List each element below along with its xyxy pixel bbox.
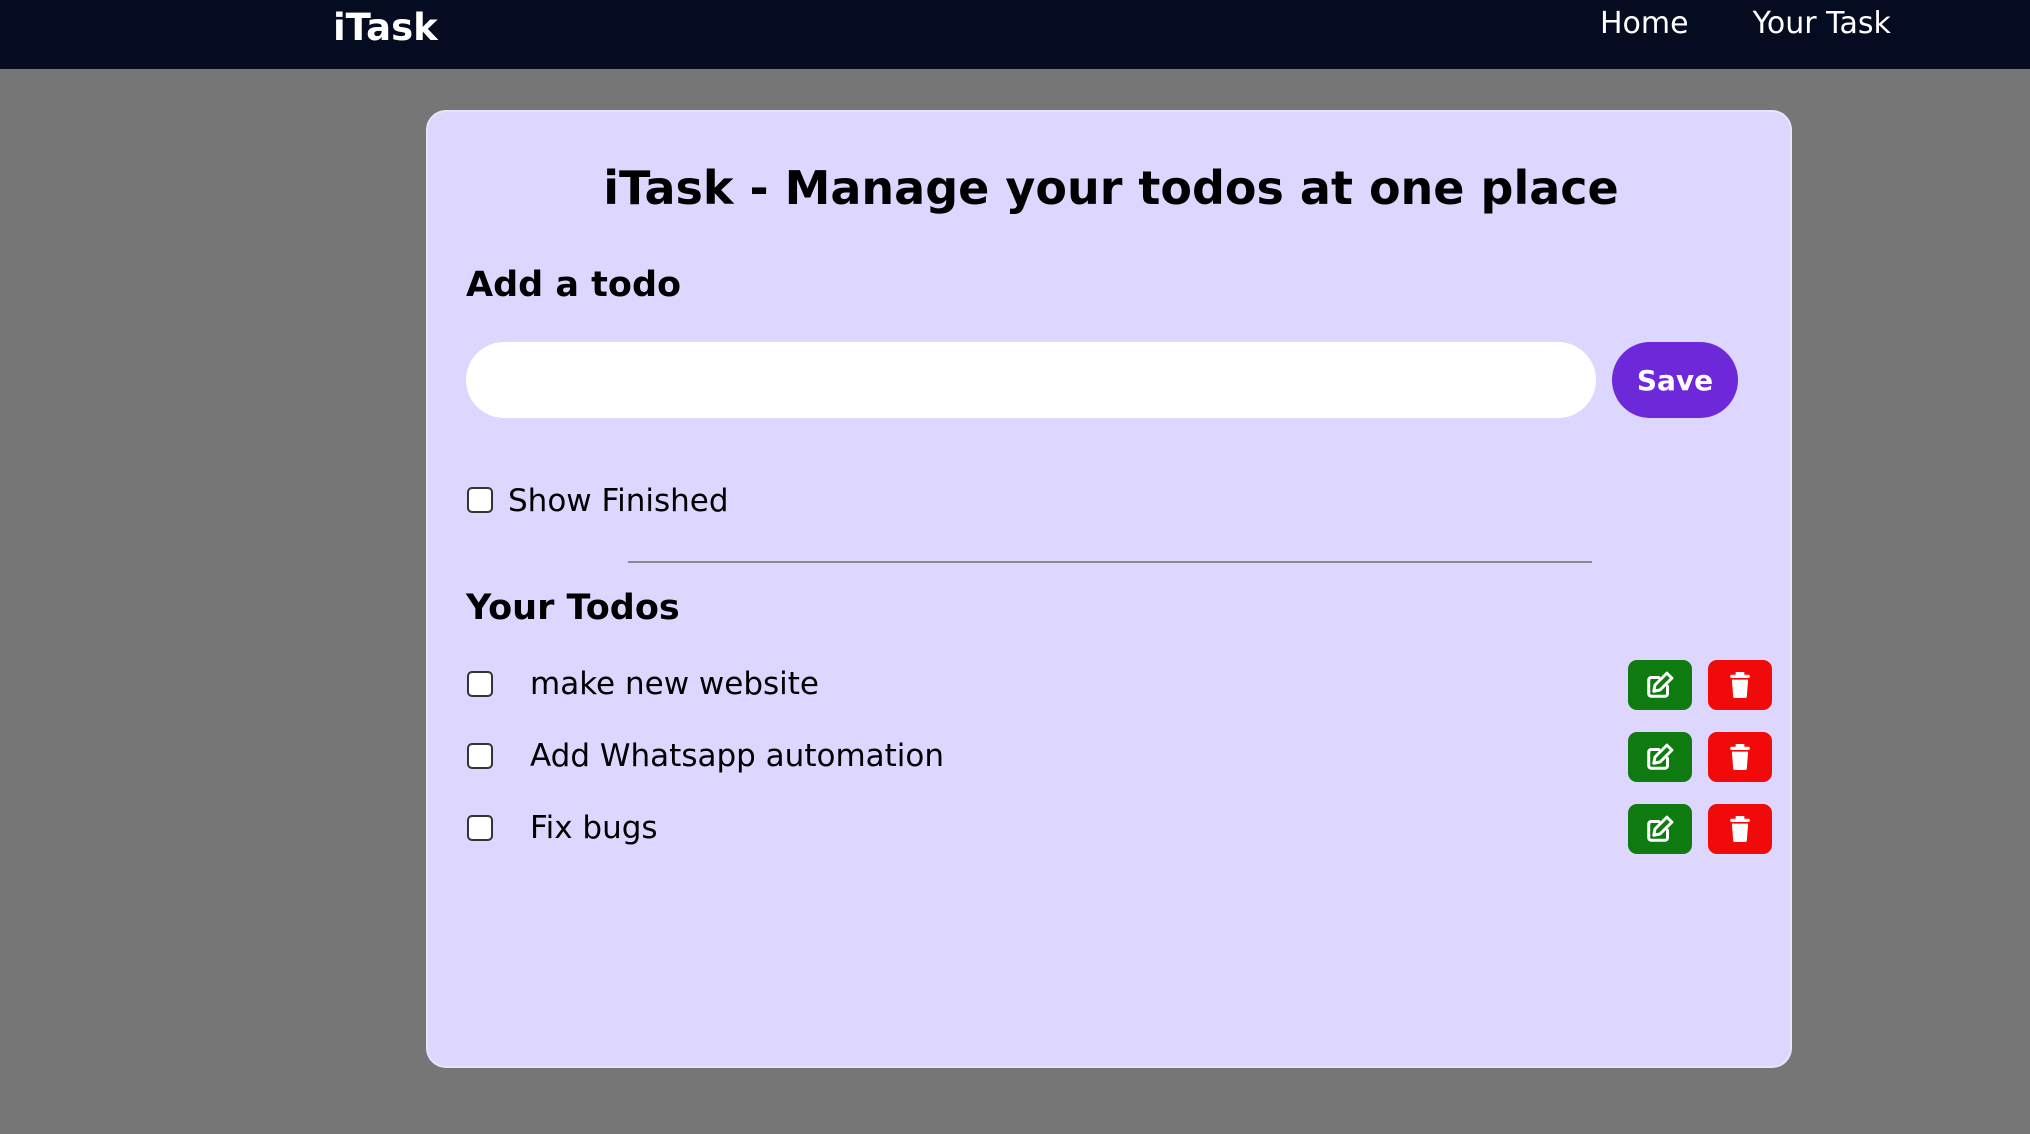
todo-checkbox[interactable] xyxy=(467,743,493,769)
todo-text: Add Whatsapp automation xyxy=(530,738,945,774)
todo-text: make new website xyxy=(530,666,819,702)
todo-item: Fix bugs xyxy=(466,804,1772,854)
delete-button[interactable] xyxy=(1708,732,1772,782)
delete-button[interactable] xyxy=(1708,804,1772,854)
divider xyxy=(628,561,1592,563)
brand-logo[interactable]: iTask xyxy=(333,6,438,50)
edit-icon xyxy=(1647,743,1674,770)
navbar: iTask Home Your Task xyxy=(0,0,2030,69)
show-finished-checkbox[interactable] xyxy=(467,487,493,513)
todo-item: Add Whatsapp automation xyxy=(466,732,1772,782)
edit-icon xyxy=(1647,815,1674,842)
nav-link-your-task[interactable]: Your Task xyxy=(1753,6,1891,42)
your-todos-heading: Your Todos xyxy=(466,588,680,628)
edit-button[interactable] xyxy=(1628,660,1692,710)
page-title: iTask - Manage your todos at one place xyxy=(603,161,1619,215)
save-button[interactable]: Save xyxy=(1612,342,1738,418)
edit-button[interactable] xyxy=(1628,804,1692,854)
todo-input[interactable] xyxy=(466,342,1596,418)
trash-icon xyxy=(1730,672,1750,698)
show-finished-label: Show Finished xyxy=(508,483,729,519)
edit-button[interactable] xyxy=(1628,732,1692,782)
todo-card: iTask - Manage your todos at one place A… xyxy=(426,110,1792,1068)
todo-text: Fix bugs xyxy=(530,810,658,846)
add-todo-heading: Add a todo xyxy=(466,265,682,305)
edit-icon xyxy=(1647,671,1674,698)
nav-links: Home Your Task xyxy=(1600,6,1891,42)
todo-item: make new website xyxy=(466,660,1772,710)
trash-icon xyxy=(1730,816,1750,842)
todo-checkbox[interactable] xyxy=(467,815,493,841)
nav-link-home[interactable]: Home xyxy=(1600,6,1689,42)
todo-checkbox[interactable] xyxy=(467,671,493,697)
trash-icon xyxy=(1730,744,1750,770)
delete-button[interactable] xyxy=(1708,660,1772,710)
